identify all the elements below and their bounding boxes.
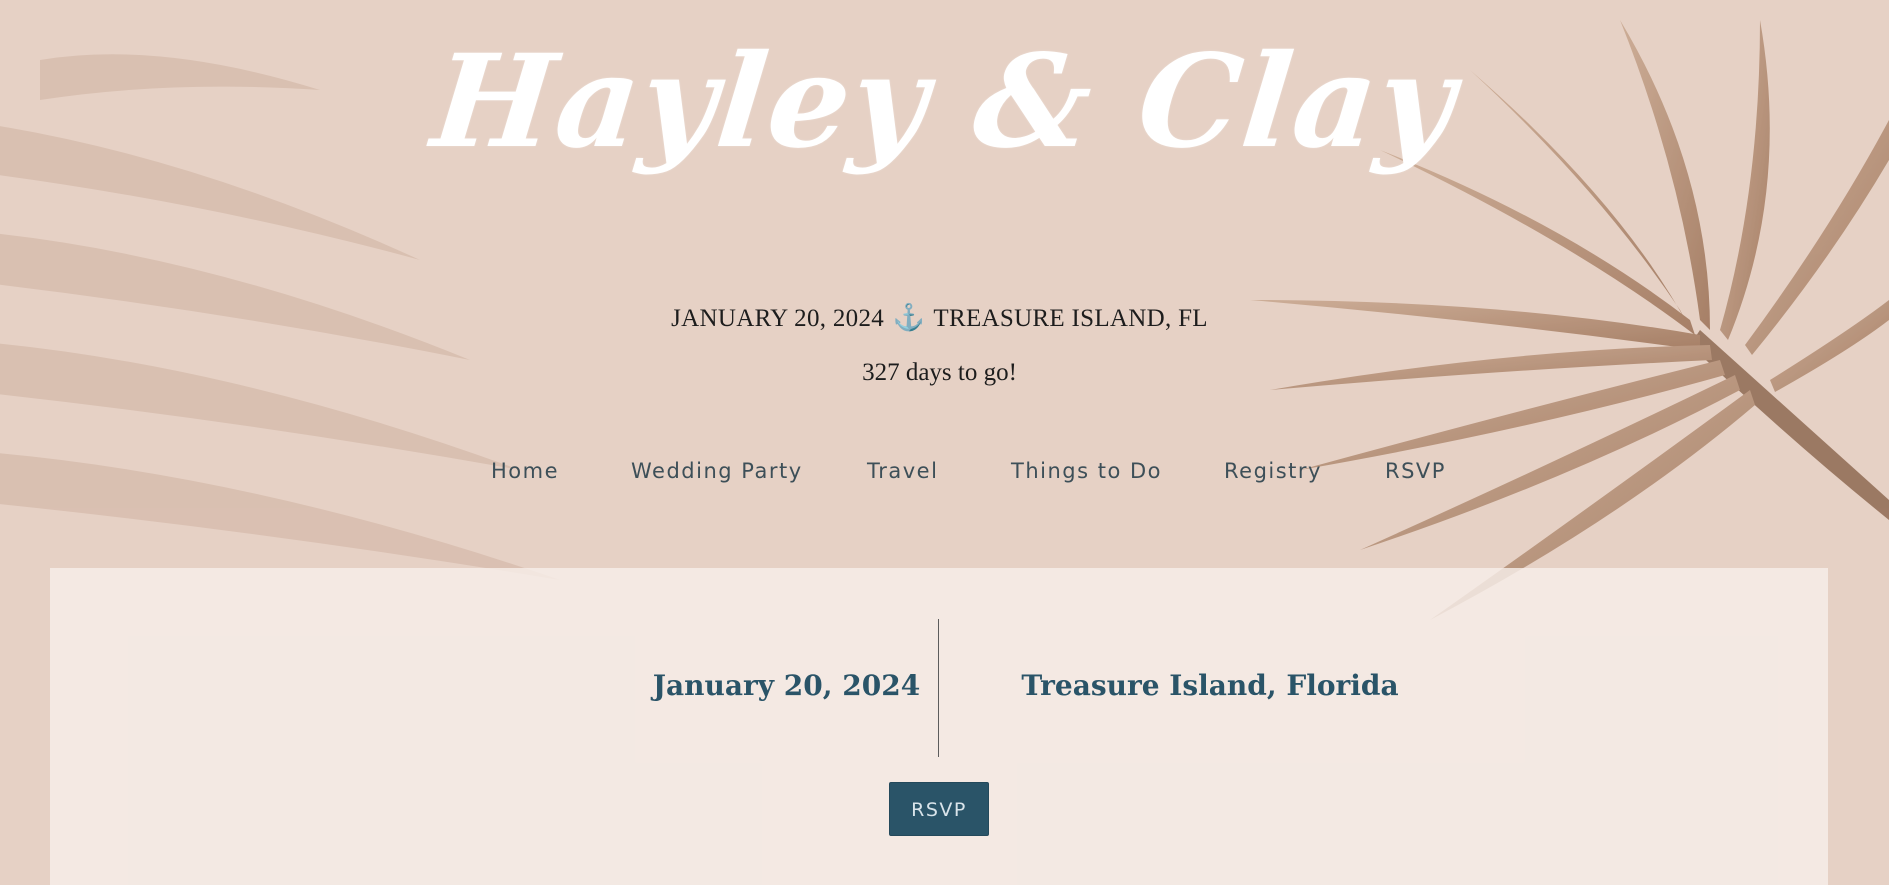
event-date: January 20, 2024 [652,669,921,702]
couple-names-title: Hayley & Clay [426,27,1463,177]
header-location: TREASURE ISLAND, FL [933,305,1208,332]
event-date-location-line: JANUARY 20, 2024 ⚓ TREASURE ISLAND, FL [0,303,1879,333]
nav-item-registry[interactable]: Registry [1224,459,1322,483]
event-details-panel: January 20, 2024 Treasure Island, Florid… [50,568,1828,885]
nav-item-things-to-do[interactable]: Things to Do [1011,459,1162,483]
header-date: JANUARY 20, 2024 [671,305,885,332]
countdown-text: 327 days to go! [862,359,1017,386]
nav-item-home[interactable]: Home [491,459,559,483]
event-location: Treasure Island, Florida [1021,669,1399,702]
vertical-divider [938,619,939,757]
nav-item-rsvp[interactable]: RSVP [1385,459,1446,483]
nav-item-travel[interactable]: Travel [867,459,938,483]
nav-item-wedding-party[interactable]: Wedding Party [631,459,803,483]
main-navigation: Home Wedding Party Travel Things to Do R… [0,459,1889,483]
anchor-icon: ⚓ [892,303,926,332]
rsvp-button[interactable]: RSVP [889,782,989,836]
